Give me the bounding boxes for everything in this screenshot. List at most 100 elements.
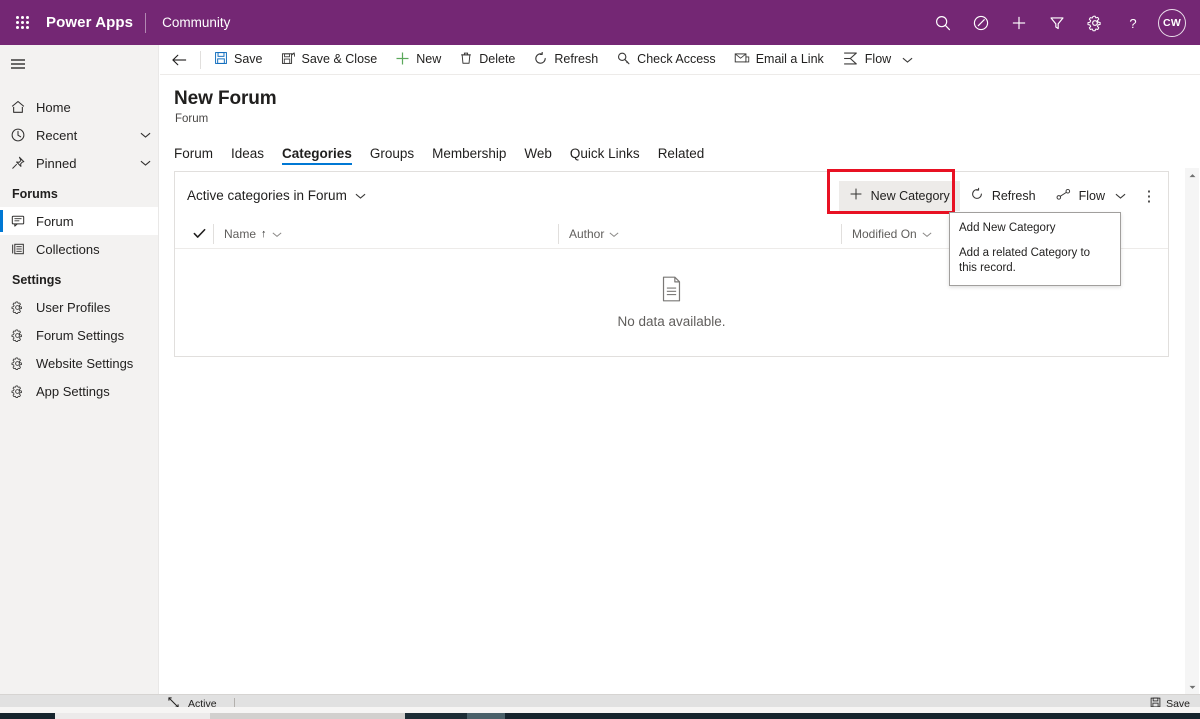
sidebar-item-label: Pinned [36, 155, 77, 171]
taskbar-segment-light [55, 713, 210, 719]
email-a-link-button[interactable]: Email a Link [725, 45, 833, 75]
tab-related[interactable]: Related [649, 146, 714, 166]
gear-icon [10, 328, 36, 343]
chevron-down-icon[interactable] [132, 131, 158, 139]
column-header-label: Name [224, 226, 257, 241]
check-access-button[interactable]: Check Access [607, 45, 725, 75]
os-taskbar-strip [0, 713, 1200, 719]
tab-web[interactable]: Web [515, 146, 561, 166]
check-access-label: Check Access [637, 52, 716, 67]
view-selector[interactable]: Active categories in Forum [187, 188, 366, 203]
sitemap-hamburger-icon[interactable] [0, 45, 158, 83]
top-navigation-bar: Power Apps Community ? CW [0, 0, 1200, 45]
flow-chevron-down-icon[interactable] [900, 56, 919, 64]
select-all-checkmark-icon[interactable] [185, 228, 213, 239]
scroll-down-arrow-icon[interactable] [1185, 680, 1199, 694]
subgrid-flow-button[interactable]: Flow [1046, 181, 1136, 211]
record-entity-name: Forum [175, 113, 209, 125]
form-tab-list: Forum Ideas Categories Groups Membership… [160, 137, 1200, 165]
tab-groups[interactable]: Groups [361, 146, 423, 166]
column-header-author[interactable]: Author [558, 223, 841, 244]
document-icon [660, 276, 683, 307]
chevron-down-icon [1113, 192, 1126, 200]
sidebar-item-recent[interactable]: Recent [0, 121, 158, 149]
sidebar-item-label: Forum Settings [36, 327, 125, 343]
column-header-name[interactable]: Name ↑ [213, 223, 558, 244]
chevron-down-icon[interactable] [132, 159, 158, 167]
scroll-up-arrow-icon[interactable] [1185, 168, 1199, 182]
record-form: New Forum Forum Forum Ideas Categories G… [160, 76, 1200, 694]
sidebar-item-website-settings[interactable]: Website Settings [0, 349, 158, 377]
command-separator [200, 50, 201, 69]
add-icon[interactable] [1000, 0, 1038, 45]
sidebar-item-label: Home [36, 99, 71, 115]
settings-gear-icon[interactable] [1076, 0, 1114, 45]
sidebar-item-app-settings[interactable]: App Settings [0, 377, 158, 405]
flow-button[interactable]: Flow [833, 45, 900, 75]
command-bar: Save Save & Close New Delete Refresh Che… [160, 45, 1200, 75]
tab-quick-links[interactable]: Quick Links [561, 146, 649, 166]
svg-text:?: ? [1129, 15, 1136, 30]
new-button[interactable]: New [386, 45, 450, 75]
taskbar-segment-gray [210, 713, 405, 719]
delete-button[interactable]: Delete [450, 45, 524, 75]
sidebar-item-pinned[interactable]: Pinned [0, 149, 158, 177]
chevron-down-icon[interactable] [922, 227, 932, 241]
tooltip-title: Add New Category [959, 222, 1056, 234]
sidebar-item-forum-settings[interactable]: Forum Settings [0, 321, 158, 349]
sidebar-item-label: Forum [36, 213, 74, 229]
tooltip-description: Add a related Category to this record. [959, 246, 1091, 274]
tab-forum[interactable]: Forum [174, 146, 222, 166]
chevron-down-icon[interactable] [609, 227, 619, 241]
plus-icon [849, 187, 863, 204]
save-label: Save [234, 52, 263, 67]
gear-icon [10, 384, 36, 399]
subgrid-overflow-button[interactable]: ⋮ [1136, 181, 1162, 211]
clock-icon [10, 127, 36, 143]
save-close-icon [281, 51, 296, 68]
save-and-close-label: Save & Close [301, 52, 378, 67]
view-selector-label: Active categories in Forum [187, 188, 347, 203]
save-button[interactable]: Save [205, 45, 272, 75]
save-and-close-button[interactable]: Save & Close [272, 45, 387, 75]
subgrid-refresh-label: Refresh [991, 188, 1036, 203]
filter-icon[interactable] [1038, 0, 1076, 45]
search-icon[interactable] [924, 0, 962, 45]
column-header-label: Modified On [852, 226, 917, 241]
sidebar-item-user-profiles[interactable]: User Profiles [0, 293, 158, 321]
help-icon[interactable]: ? [1114, 0, 1152, 45]
sort-ascending-icon: ↑ [261, 227, 267, 240]
new-label: New [416, 52, 442, 67]
brand-title[interactable]: Power Apps [44, 14, 145, 31]
app-launcher-icon[interactable] [0, 0, 44, 45]
new-category-wrapper: New Category [826, 168, 960, 214]
sidebar-item-forum[interactable]: Forum [0, 207, 158, 235]
assistant-icon[interactable] [962, 0, 1000, 45]
vertical-scrollbar[interactable] [1185, 168, 1199, 694]
gear-icon [10, 300, 36, 315]
left-sidebar: Home Recent Pinned Forums Forum Collecti… [0, 45, 159, 694]
new-category-button[interactable]: New Category [838, 180, 960, 211]
topbar-actions: ? CW [924, 0, 1200, 45]
sidebar-item-home[interactable]: Home [0, 93, 158, 121]
subgrid-refresh-button[interactable]: Refresh [960, 181, 1046, 211]
refresh-button[interactable]: Refresh [524, 45, 607, 75]
email-icon [734, 51, 750, 68]
tab-categories[interactable]: Categories [273, 146, 361, 166]
tab-membership[interactable]: Membership [423, 146, 515, 166]
page-title: New Forum [174, 88, 277, 109]
sidebar-item-collections[interactable]: Collections [0, 235, 158, 263]
chevron-down-icon[interactable] [272, 227, 282, 241]
waffle-grid [15, 16, 29, 29]
home-icon [10, 99, 36, 115]
refresh-icon [533, 51, 548, 69]
environment-name[interactable]: Community [146, 15, 230, 30]
sidebar-item-label: App Settings [36, 383, 110, 399]
user-avatar[interactable]: CW [1158, 8, 1186, 37]
email-a-link-label: Email a Link [755, 52, 824, 67]
save-icon [214, 51, 228, 68]
tab-ideas[interactable]: Ideas [222, 146, 273, 166]
key-icon [616, 51, 631, 69]
back-arrow-icon[interactable] [164, 45, 194, 75]
